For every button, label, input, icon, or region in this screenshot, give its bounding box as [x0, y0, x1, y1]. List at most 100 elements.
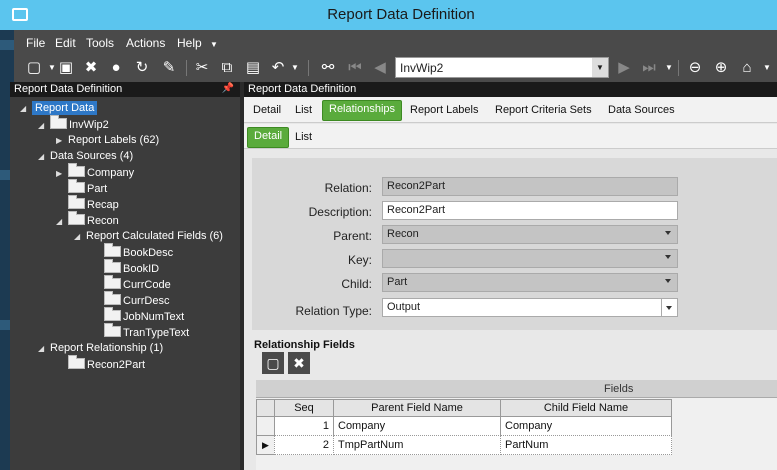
tree-node[interactable]: BookDesc — [92, 243, 173, 259]
parent-select[interactable]: Recon — [382, 225, 678, 244]
chevron-down-icon[interactable]: ▼ — [592, 58, 608, 77]
report-data-tree-panel: Report Data Definition 📌 ◢ Report Data ◢ In… — [10, 82, 240, 470]
tree-node-label: Report Labels (62) — [68, 134, 160, 146]
tree-node[interactable]: ◢ Report Calculated Fields (6) — [74, 230, 223, 242]
tree-node[interactable]: ◢ Report Data — [20, 101, 98, 115]
nav-dropdown-icon[interactable]: ▼ — [659, 58, 679, 78]
paste-icon[interactable]: ▤ — [243, 58, 263, 78]
expand-icon[interactable]: ▶ — [56, 136, 68, 145]
tree-node[interactable]: CurrCode — [92, 275, 171, 291]
back-icon[interactable]: ⊖ — [685, 58, 705, 78]
tree-node-label: Part — [87, 183, 108, 195]
tree-node[interactable]: Recon2Part — [56, 355, 146, 371]
collapse-icon[interactable]: ◢ — [38, 121, 50, 130]
collapse-icon[interactable]: ◢ — [74, 232, 86, 241]
pin-icon[interactable]: 📌 — [222, 83, 234, 94]
cut-icon[interactable]: ✂ — [192, 58, 212, 78]
title-bar: Report Data Definition — [0, 0, 777, 30]
tree-node-label: CurrCode — [123, 279, 171, 291]
tree-node[interactable]: ◢ Data Sources (4) — [38, 150, 133, 162]
column-header-seq[interactable]: Seq — [274, 399, 334, 417]
row-selector[interactable] — [256, 416, 275, 436]
collapse-icon[interactable]: ◢ — [20, 104, 32, 113]
relation-field[interactable]: Recon2Part — [382, 177, 678, 196]
next-record-icon[interactable]: ▶ — [614, 58, 634, 78]
binoculars-icon[interactable]: ⚯ — [318, 58, 338, 78]
last-record-icon[interactable]: ⏭ — [639, 58, 659, 78]
chevron-down-icon[interactable]: ▼ — [210, 40, 218, 49]
child-select[interactable]: Part — [382, 273, 678, 292]
table-cell-child-field[interactable]: Company — [500, 416, 672, 436]
forward-icon[interactable]: ⊕ — [711, 58, 731, 78]
tree-node-label: Recap — [87, 199, 119, 211]
delete-field-button[interactable]: ✖ — [288, 352, 310, 374]
column-header-parent-field[interactable]: Parent Field Name — [333, 399, 501, 417]
description-field[interactable]: Recon2Part — [382, 201, 678, 220]
save-icon[interactable]: ▣ — [56, 58, 76, 78]
new-icon[interactable]: ▢ — [24, 58, 44, 78]
menu-file[interactable]: File — [26, 36, 45, 50]
column-header-child-field[interactable]: Child Field Name — [500, 399, 672, 417]
table-cell-child-field[interactable]: PartNum — [500, 435, 672, 455]
collapse-icon[interactable]: ◢ — [38, 152, 50, 161]
menu-bar: File Edit Tools Actions Help ▼ — [14, 30, 777, 54]
subtab-detail[interactable]: Detail — [247, 127, 290, 148]
table-cell-seq[interactable]: 2 — [274, 435, 334, 455]
tab-list[interactable]: List — [295, 104, 312, 116]
relation-type-label: Relation Type: — [295, 304, 373, 318]
table-cell-seq[interactable]: 1 — [274, 416, 334, 436]
tree-node-label: Data Sources (4) — [50, 150, 134, 162]
collapse-icon[interactable]: ◢ — [56, 217, 68, 226]
new-field-button[interactable]: ▢ — [262, 352, 284, 374]
menu-tools[interactable]: Tools — [86, 36, 114, 50]
chevron-down-icon[interactable] — [661, 299, 677, 316]
clear-icon[interactable]: ✎ — [159, 58, 179, 78]
tree-node[interactable]: BookID — [92, 259, 159, 275]
tab-report-labels[interactable]: Report Labels — [410, 104, 479, 116]
copy-icon[interactable]: ⧉ — [217, 58, 237, 78]
current-row-indicator-icon[interactable]: ▶ — [256, 435, 275, 455]
tree-node[interactable]: ◢ InvWip2 — [38, 115, 109, 131]
menu-edit[interactable]: Edit — [55, 36, 76, 50]
tree-node[interactable]: Recap — [56, 195, 119, 211]
tree-node-label: TranTypeText — [123, 327, 190, 339]
tree-node[interactable]: Part — [56, 179, 108, 195]
delete-icon[interactable]: ✖ — [81, 58, 101, 78]
parent-label: Parent: — [333, 229, 372, 243]
menu-actions[interactable]: Actions — [126, 36, 165, 50]
tree-node-label: Report Calculated Fields (6) — [86, 230, 223, 242]
home-icon[interactable]: ⌂ — [737, 58, 757, 78]
tree-node[interactable]: CurrDesc — [92, 291, 169, 307]
chevron-down-icon — [665, 279, 671, 283]
tree-node[interactable]: JobNumText — [92, 307, 184, 323]
previous-record-icon[interactable]: ◀ — [370, 58, 390, 78]
table-cell-parent-field[interactable]: Company — [333, 416, 501, 436]
collapse-icon[interactable]: ◢ — [38, 344, 50, 353]
tab-report-criteria-sets[interactable]: Report Criteria Sets — [495, 104, 592, 116]
report-combo[interactable]: InvWip2 ▼ — [395, 57, 609, 78]
home-dropdown-icon[interactable]: ▼ — [757, 58, 777, 78]
relation-type-value: Output — [387, 301, 421, 313]
tree-node[interactable]: ◢ Recon — [56, 211, 119, 227]
tree-node[interactable]: TranTypeText — [92, 323, 190, 339]
tree-node-label: Recon2Part — [87, 359, 146, 371]
first-record-icon[interactable]: ⏮ — [345, 58, 365, 78]
refresh-icon[interactable]: ↻ — [132, 58, 152, 78]
tab-data-sources[interactable]: Data Sources — [608, 104, 675, 116]
folder-icon — [68, 179, 85, 193]
subtab-list[interactable]: List — [295, 131, 312, 143]
relation-type-dropdown[interactable]: Output — [382, 298, 678, 317]
tab-relationships[interactable]: Relationships — [322, 100, 403, 121]
undo-dropdown-icon[interactable]: ▼ — [285, 58, 305, 78]
detail-panel-header: Report Data Definition — [244, 82, 777, 97]
tree-node[interactable]: ◢ Report Relationship (1) — [38, 342, 163, 354]
expand-icon[interactable]: ▶ — [56, 169, 68, 178]
key-select[interactable] — [382, 249, 678, 268]
folder-icon — [68, 163, 85, 177]
tree-node[interactable]: ▶ Report Labels (62) — [56, 134, 159, 146]
menu-help[interactable]: Help — [177, 36, 202, 50]
table-cell-parent-field[interactable]: TmpPartNum — [333, 435, 501, 455]
tree-node[interactable]: ▶ Company — [56, 163, 134, 179]
chat-icon[interactable]: ● — [106, 58, 126, 78]
tab-detail[interactable]: Detail — [253, 104, 281, 116]
